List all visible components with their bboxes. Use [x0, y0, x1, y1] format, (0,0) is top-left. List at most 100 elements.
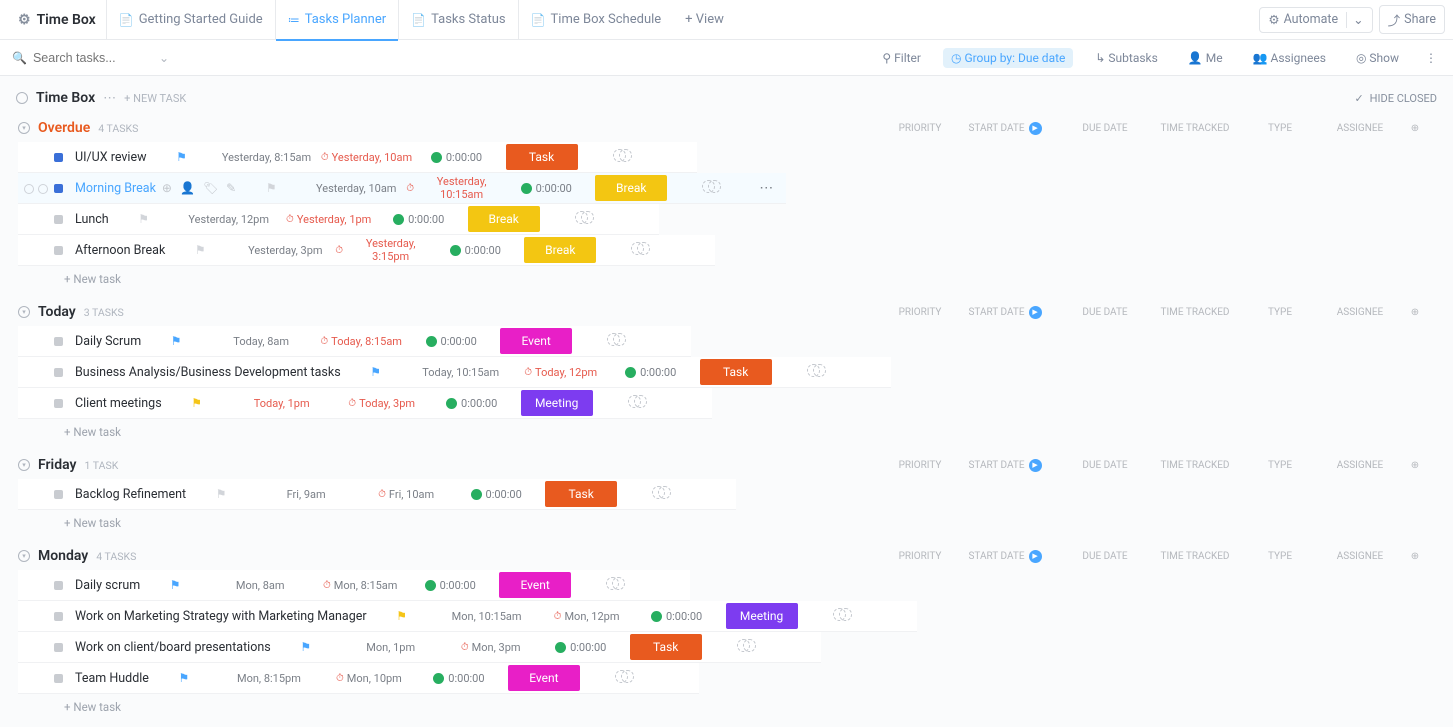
task-row[interactable]: Daily scrum ⚑ Mon, 8am ⏱Mon, 8:15am 0:00…	[18, 570, 690, 601]
user-icon[interactable]: 👤	[180, 181, 195, 195]
cell-tracked[interactable]: 0:00:00	[411, 335, 491, 348]
cell-assignee[interactable]	[587, 149, 657, 165]
cell-tracked[interactable]: 0:00:00	[611, 366, 691, 379]
task-name[interactable]: Team Huddle	[75, 671, 149, 686]
col-add[interactable]: ⊕	[1395, 123, 1435, 134]
automate-button[interactable]: ⚙ Automate ⌄	[1259, 7, 1372, 33]
cell-type[interactable]: Meeting	[512, 390, 602, 416]
cell-type[interactable]: Event	[491, 328, 581, 354]
cell-type[interactable]: Break	[586, 175, 676, 201]
task-name[interactable]: Client meetings	[75, 396, 162, 411]
task-name[interactable]: UI/UX review	[75, 150, 147, 165]
cell-start[interactable]: Yesterday, 8:15am	[217, 151, 317, 164]
chevron-down-icon[interactable]: ▾	[18, 550, 30, 562]
status-icon[interactable]	[54, 215, 63, 224]
cell-start[interactable]: Today, 1pm	[232, 397, 332, 410]
collapse-icon[interactable]	[16, 92, 28, 104]
tab-tasks status[interactable]: 📄 Tasks Status	[398, 0, 517, 40]
cell-tracked[interactable]: 0:00:00	[435, 244, 515, 257]
new-task-link[interactable]: + New task	[18, 694, 1435, 722]
col-tracked[interactable]: TIME TRACKED	[1155, 307, 1235, 318]
cell-due[interactable]: ⏱Yesterday, 1pm	[279, 213, 379, 226]
cell-assignee[interactable]	[711, 639, 781, 655]
cell-type[interactable]: Meeting	[717, 603, 807, 629]
status-icon[interactable]	[54, 612, 63, 621]
row-select[interactable]	[24, 184, 48, 194]
chevron-down-icon[interactable]: ▾	[18, 306, 30, 318]
status-icon[interactable]	[54, 184, 63, 193]
cell-due[interactable]: ⏱Yesterday, 3:15pm	[335, 237, 435, 263]
ellipsis-icon[interactable]: ⋯	[103, 91, 116, 106]
col-assignee[interactable]: ASSIGNEE	[1325, 123, 1395, 134]
col-due[interactable]: DUE DATE	[1055, 307, 1155, 318]
cell-tracked[interactable]: 0:00:00	[379, 213, 459, 226]
edit-icon[interactable]: ✎	[226, 181, 236, 195]
status-icon[interactable]	[54, 490, 63, 499]
col-priority[interactable]: PRIORITY	[885, 307, 955, 318]
status-icon[interactable]	[54, 368, 63, 377]
group-header[interactable]: ▾ Overdue 4 TASKS PRIORITY START DATE▶ D…	[18, 120, 1435, 136]
cell-start[interactable]: Today, 8am	[211, 335, 311, 348]
cell-type[interactable]: Break	[459, 206, 549, 232]
new-task-link[interactable]: + New task	[18, 266, 1435, 294]
cell-type[interactable]: Task	[536, 481, 626, 507]
me-chip[interactable]: 👤 Me	[1180, 48, 1231, 68]
task-row[interactable]: Team Huddle ⚑ Mon, 8:15pm ⏱Mon, 10pm 0:0…	[18, 663, 699, 694]
col-assignee[interactable]: ASSIGNEE	[1325, 460, 1395, 471]
col-due[interactable]: DUE DATE	[1055, 123, 1155, 134]
cell-priority[interactable]: ⚑	[271, 640, 341, 654]
cell-due[interactable]: ⏱Fri, 10am	[356, 488, 456, 501]
cell-due[interactable]: ⏱Yesterday, 10am	[317, 151, 417, 164]
status-icon[interactable]	[54, 337, 63, 346]
task-row[interactable]: Backlog Refinement ⚑ Fri, 9am ⏱Fri, 10am…	[18, 479, 736, 510]
filter-chip[interactable]: ⚲ Filter	[874, 48, 929, 68]
new-task-link[interactable]: + New task	[18, 510, 1435, 538]
cell-assignee[interactable]	[581, 333, 651, 349]
col-type[interactable]: TYPE	[1235, 551, 1325, 562]
cell-tracked[interactable]: 0:00:00	[541, 641, 621, 654]
cell-assignee[interactable]	[807, 608, 877, 624]
task-row[interactable]: Lunch ⚑ Yesterday, 12pm ⏱Yesterday, 1pm …	[18, 204, 659, 235]
task-row[interactable]: Business Analysis/Business Development t…	[18, 357, 891, 388]
search-input[interactable]	[33, 51, 153, 65]
cell-start[interactable]: Mon, 8:15pm	[219, 672, 319, 685]
tab-time box schedule[interactable]: 📄 Time Box Schedule	[518, 0, 674, 40]
add-view-button[interactable]: + View	[673, 12, 736, 27]
col-tracked[interactable]: TIME TRACKED	[1155, 123, 1235, 134]
cell-start[interactable]: Mon, 8am	[210, 579, 310, 592]
cell-tracked[interactable]: 0:00:00	[456, 488, 536, 501]
col-assignee[interactable]: ASSIGNEE	[1325, 307, 1395, 318]
status-icon[interactable]	[54, 246, 63, 255]
col-start[interactable]: START DATE▶	[955, 122, 1055, 135]
task-name[interactable]: Daily scrum	[75, 578, 140, 593]
task-row[interactable]: Work on Marketing Strategy with Marketin…	[18, 601, 917, 632]
cell-type[interactable]: Event	[499, 665, 589, 691]
col-type[interactable]: TYPE	[1235, 460, 1325, 471]
cell-start[interactable]: Yesterday, 10am	[306, 182, 406, 195]
tab-getting started guide[interactable]: 📄 Getting Started Guide	[106, 0, 275, 40]
status-icon[interactable]	[54, 581, 63, 590]
cell-assignee[interactable]	[580, 577, 650, 593]
status-icon[interactable]	[54, 674, 63, 683]
col-tracked[interactable]: TIME TRACKED	[1155, 551, 1235, 562]
space-title[interactable]: ⚙ Time Box	[8, 12, 106, 28]
col-start[interactable]: START DATE▶	[955, 550, 1055, 563]
cell-tracked[interactable]: 0:00:00	[432, 397, 512, 410]
task-name[interactable]: Work on client/board presentations	[75, 640, 271, 655]
cell-priority[interactable]: ⚑	[367, 609, 437, 623]
status-icon[interactable]	[54, 399, 63, 408]
new-task-link[interactable]: + New task	[18, 419, 1435, 447]
cell-due[interactable]: ⏱Mon, 12pm	[537, 610, 637, 623]
status-icon[interactable]	[54, 153, 63, 162]
col-priority[interactable]: PRIORITY	[885, 123, 955, 134]
task-row[interactable]: UI/UX review ⚑ Yesterday, 8:15am ⏱Yester…	[18, 142, 697, 173]
share-button[interactable]: ⤴ Share	[1379, 5, 1445, 34]
task-row[interactable]: Daily Scrum ⚑ Today, 8am ⏱Today, 8:15am …	[18, 326, 691, 357]
tag-icon[interactable]: 🏷	[203, 181, 218, 195]
cell-start[interactable]: Yesterday, 3pm	[235, 244, 335, 257]
col-add[interactable]: ⊕	[1395, 460, 1435, 471]
cell-assignee[interactable]	[602, 395, 672, 411]
col-priority[interactable]: PRIORITY	[885, 551, 955, 562]
col-type[interactable]: TYPE	[1235, 307, 1325, 318]
cell-priority[interactable]: ⚑	[186, 487, 256, 501]
